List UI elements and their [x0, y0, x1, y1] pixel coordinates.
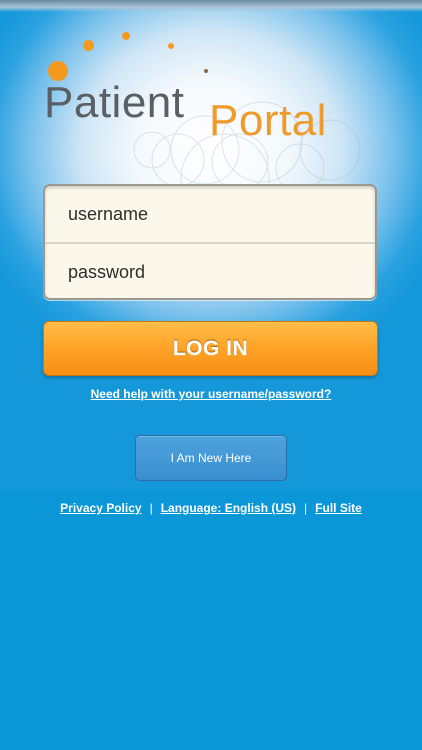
language-link[interactable]: Language: English (US): [161, 501, 296, 515]
logo-dot: [122, 32, 130, 40]
logo-dot: [83, 40, 94, 51]
logo-word-patient: Patient: [44, 78, 185, 127]
footer-links: Privacy Policy | Language: English (US) | Fu…: [0, 501, 422, 515]
footer-separator: |: [304, 501, 308, 515]
logo-dot: [204, 69, 208, 73]
help-link[interactable]: Need help with your username/password?: [0, 387, 422, 401]
logo-dot: [168, 43, 174, 49]
username-input[interactable]: [45, 186, 375, 242]
login-button[interactable]: LOG IN: [43, 321, 378, 376]
privacy-policy-link[interactable]: Privacy Policy: [60, 501, 141, 515]
logo-word-portal: Portal: [209, 96, 327, 145]
footer-separator: |: [149, 501, 153, 515]
full-site-link[interactable]: Full Site: [315, 501, 362, 515]
password-input[interactable]: [45, 244, 375, 298]
new-user-button[interactable]: I Am New Here: [135, 435, 287, 481]
patient-portal-logo: Patient Portal: [0, 0, 422, 180]
login-form: [43, 184, 377, 300]
